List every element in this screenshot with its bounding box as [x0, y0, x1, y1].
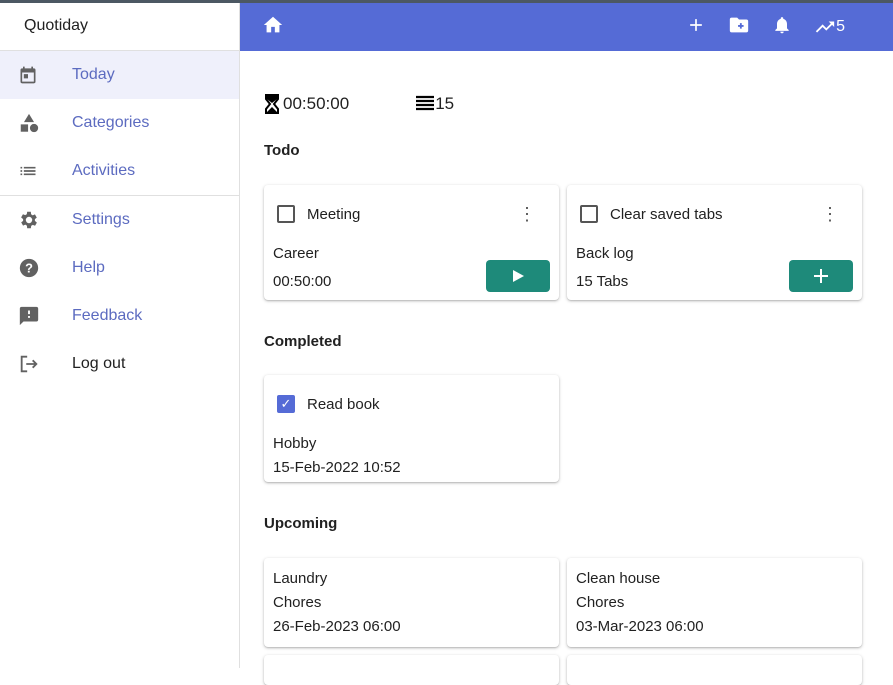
play-icon — [513, 270, 524, 282]
home-icon[interactable] — [262, 14, 284, 41]
sidebar-item-categories[interactable]: Categories — [0, 99, 239, 147]
checkbox[interactable] — [580, 205, 598, 223]
sidebar-item-logout[interactable]: Log out — [0, 340, 239, 388]
checkbox-checked[interactable]: ✓ — [277, 395, 295, 413]
sidebar-item-label: Feedback — [72, 307, 143, 324]
sidebar-item-label: Activities — [72, 162, 136, 179]
top-app-bar: 5 — [240, 3, 893, 51]
more-vert-icon[interactable]: ⋮ — [821, 205, 839, 223]
activity-title: Read book — [307, 395, 380, 413]
activity-category: Chores — [576, 593, 625, 611]
upcoming-card[interactable]: Laundry Chores 26-Feb-2023 06:00 — [264, 558, 559, 647]
sidebar: Quotiday Today Categories Activities Set… — [0, 3, 240, 668]
sidebar-item-label: Settings — [72, 211, 130, 228]
sidebar-item-label: Help — [72, 259, 105, 276]
trend-button[interactable]: 5 — [814, 16, 845, 38]
sidebar-item-label: Log out — [72, 355, 126, 372]
activity-title: Clear saved tabs — [610, 205, 723, 223]
todo-card[interactable]: Meeting ⋮ Career 00:50:00 — [264, 185, 559, 300]
new-folder-icon[interactable] — [728, 14, 750, 41]
help-icon: ? — [0, 257, 72, 279]
todo-card[interactable]: Clear saved tabs ⋮ Back log 15 Tabs — [567, 185, 862, 300]
sidebar-item-settings[interactable]: Settings — [0, 196, 239, 244]
plus-icon — [814, 269, 828, 283]
svg-text:?: ? — [25, 261, 33, 276]
section-completed: Completed — [264, 333, 342, 350]
completed-card[interactable]: ✓ Read book Hobby 15-Feb-2022 10:52 — [264, 375, 559, 482]
trend-count: 5 — [836, 18, 845, 35]
upcoming-card[interactable] — [567, 655, 862, 685]
stats-row: 00:50:00 15 — [264, 93, 454, 115]
activity-title: Laundry — [273, 569, 328, 587]
sidebar-item-activities[interactable]: Activities — [0, 147, 239, 195]
sidebar-item-label: Categories — [72, 114, 150, 131]
upcoming-card[interactable]: Clean house Chores 03-Mar-2023 06:00 — [567, 558, 862, 647]
sidebar-item-label: Today — [72, 66, 115, 83]
add-icon[interactable] — [686, 15, 706, 40]
section-upcoming: Upcoming — [264, 515, 338, 532]
logout-icon — [0, 353, 72, 375]
hourglass-icon — [265, 94, 279, 114]
sidebar-item-help[interactable]: ? Help — [0, 244, 239, 292]
bell-icon[interactable] — [772, 15, 792, 40]
app-title: Quotiday — [0, 3, 239, 51]
sidebar-item-feedback[interactable]: Feedback — [0, 292, 239, 340]
activity-count: 15 — [435, 94, 455, 113]
checkbox[interactable] — [277, 205, 295, 223]
section-todo: Todo — [264, 142, 300, 159]
activity-detail: 15-Feb-2022 10:52 — [273, 458, 401, 476]
calendar-icon — [0, 65, 72, 85]
add-button[interactable] — [789, 260, 853, 292]
list-lines-icon — [416, 95, 435, 111]
activity-detail: 26-Feb-2023 06:00 — [273, 617, 401, 635]
total-time: 00:50:00 — [283, 94, 350, 113]
more-vert-icon[interactable]: ⋮ — [518, 205, 536, 223]
activity-title: Meeting — [307, 205, 361, 223]
feedback-icon — [0, 305, 72, 327]
upcoming-card[interactable] — [264, 655, 559, 685]
shapes-icon — [0, 112, 72, 134]
activity-category: Chores — [273, 593, 322, 611]
sidebar-item-today[interactable]: Today — [0, 51, 239, 99]
trending-up-icon — [815, 21, 835, 33]
activity-category: Hobby — [273, 434, 317, 452]
activity-detail: 03-Mar-2023 06:00 — [576, 617, 704, 635]
activity-title: Clean house — [576, 569, 661, 587]
gear-icon — [0, 209, 72, 231]
start-button[interactable] — [486, 260, 550, 292]
list-icon — [0, 161, 72, 181]
